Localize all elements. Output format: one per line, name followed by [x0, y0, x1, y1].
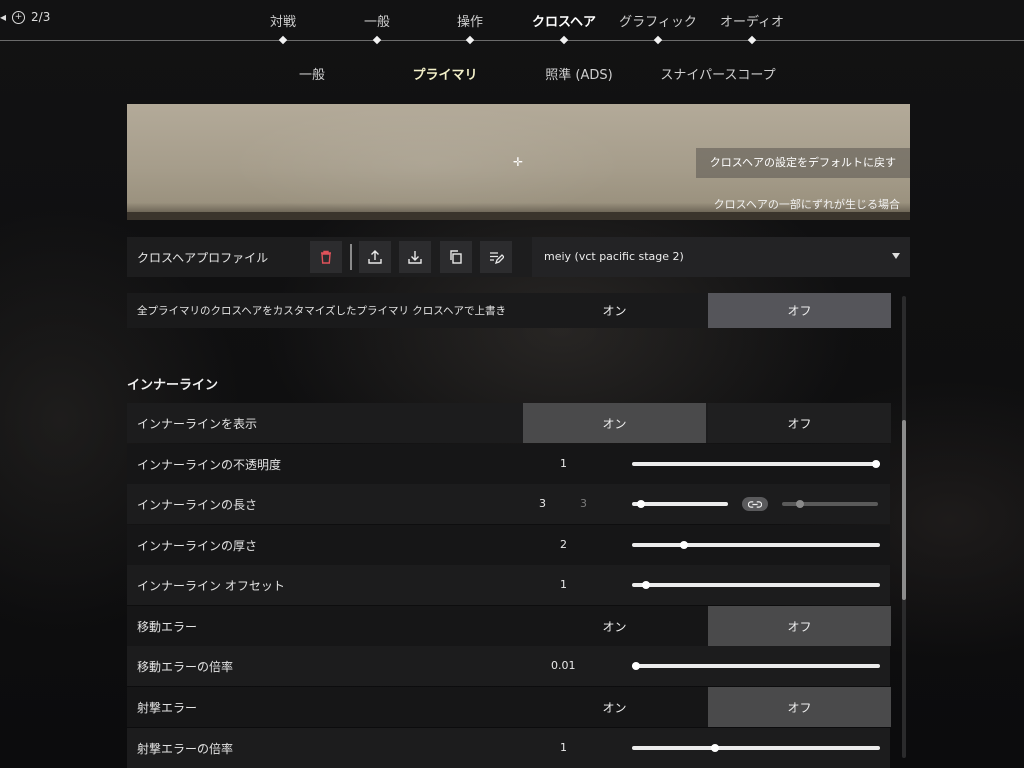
export-profile-button[interactable] — [359, 241, 391, 273]
offset-slider[interactable] — [632, 581, 880, 589]
show-inner-lines-on-toggle[interactable]: オン — [523, 403, 706, 443]
setting-label: インナーラインの長さ — [137, 498, 258, 512]
length-slider[interactable] — [632, 500, 728, 508]
slider-track — [632, 543, 880, 547]
setting-row-movement-multiplier: 移動エラーの倍率 0.01 — [127, 646, 890, 686]
settings-scrollbar[interactable] — [902, 296, 906, 758]
tab-graphics[interactable]: グラフィック — [619, 11, 697, 30]
import-profile-button[interactable] — [399, 241, 431, 273]
firing-multiplier-slider[interactable] — [632, 744, 880, 752]
setting-row-firing-multiplier: 射撃エラーの倍率 1 — [127, 728, 890, 768]
length-secondary-slider[interactable] — [782, 500, 878, 508]
setting-label: 射撃エラーの倍率 — [137, 742, 234, 756]
delete-profile-button[interactable] — [310, 241, 342, 273]
firing-multiplier-value: 1 — [560, 741, 567, 754]
profile-label: クロスヘアプロファイル — [137, 251, 269, 265]
setting-row-length: インナーラインの長さ 3 3 — [127, 484, 890, 524]
chevron-left-icon: ◂ — [0, 10, 7, 24]
tab-crosshair[interactable]: クロスヘア — [532, 11, 596, 30]
thickness-value: 2 — [560, 538, 567, 551]
setting-row-thickness: インナーラインの厚さ 2 — [127, 525, 890, 565]
movement-error-on-toggle[interactable]: オン — [523, 606, 706, 646]
tab-general[interactable]: 一般 — [364, 11, 390, 30]
rename-profile-button[interactable] — [480, 241, 512, 273]
firing-error-off-toggle[interactable]: オフ — [708, 687, 891, 727]
setting-label: 射撃エラー — [137, 701, 198, 715]
subtab-sniper-scope[interactable]: スナイパースコープ — [660, 64, 775, 83]
reset-crosshair-button[interactable]: クロスヘアの設定をデフォルトに戻す — [695, 148, 910, 178]
slider-knob[interactable] — [680, 541, 688, 549]
section-title-inner-lines: インナーライン — [127, 378, 219, 393]
movement-multiplier-value: 0.01 — [551, 659, 576, 672]
profile-select[interactable]: meiy (vct pacific stage 2) — [532, 237, 910, 277]
plus-circle-icon: + — [12, 10, 26, 24]
subtab-general[interactable]: 一般 — [299, 64, 325, 83]
slider-knob[interactable] — [637, 500, 646, 508]
crosshair-profile-row: クロスヘアプロファイル meiy (vct pacific stage 2) — [127, 237, 910, 277]
slider-track — [632, 746, 880, 750]
offset-value: 1 — [560, 578, 567, 591]
slider-track — [632, 583, 880, 587]
setting-row-show-inner-lines: インナーラインを表示 オン オフ — [127, 403, 891, 443]
copy-profile-button[interactable] — [440, 241, 472, 273]
download-icon — [408, 251, 422, 264]
slider-knob[interactable] — [632, 662, 640, 670]
setting-label: 移動エラー — [137, 620, 198, 634]
override-off-toggle[interactable]: オフ — [708, 293, 891, 328]
show-inner-lines-off-toggle[interactable]: オフ — [708, 403, 891, 443]
setting-label: インナーラインの厚さ — [137, 539, 258, 553]
slider-knob[interactable] — [796, 500, 805, 508]
tab-audio[interactable]: オーディオ — [720, 11, 784, 30]
setting-label: インナーラインの不透明度 — [137, 458, 282, 472]
edit-list-icon — [490, 252, 504, 265]
preview-floor — [127, 212, 910, 220]
crosshair-icon: ✛ — [513, 155, 524, 169]
opacity-value: 1 — [560, 457, 567, 470]
slider-track — [632, 502, 728, 506]
setting-label: インナーラインを表示 — [137, 417, 258, 431]
movement-error-off-toggle[interactable]: オフ — [708, 606, 891, 646]
override-label: 全プライマリのクロスヘアをカスタマイズしたプライマリ クロスヘアで上書き — [137, 305, 507, 317]
slider-knob[interactable] — [872, 460, 880, 468]
trash-icon — [321, 250, 331, 264]
setting-label: 移動エラーの倍率 — [137, 660, 234, 674]
tab-controls[interactable]: 操作 — [457, 11, 483, 30]
slider-knob[interactable] — [711, 744, 720, 752]
setting-label: インナーライン オフセット — [137, 579, 285, 593]
toolbar-separator — [350, 244, 352, 270]
link-lengths-button[interactable] — [742, 497, 768, 511]
setting-row-opacity: インナーラインの不透明度 1 — [127, 444, 890, 484]
override-on-toggle[interactable]: オン — [523, 293, 706, 328]
slider-track — [632, 664, 880, 668]
thickness-slider[interactable] — [632, 541, 880, 549]
override-setting-row: 全プライマリのクロスヘアをカスタマイズしたプライマリ クロスヘアで上書き オン … — [127, 293, 891, 328]
page-counter: ◂ + 2/3 — [0, 10, 50, 24]
subtab-primary[interactable]: プライマリ — [412, 64, 477, 83]
crosshair-preview: ✛ クロスヘアの設定をデフォルトに戻す クロスヘアの一部にずれが生じる場合 — [127, 104, 910, 220]
slider-track — [632, 462, 880, 466]
firing-error-on-toggle[interactable]: オン — [523, 687, 706, 727]
setting-row-offset: インナーライン オフセット 1 — [127, 565, 890, 605]
tab-combat[interactable]: 対戦 — [270, 11, 296, 30]
slider-knob[interactable] — [641, 581, 650, 589]
length-secondary-value: 3 — [580, 497, 587, 510]
preview-note: クロスヘアの一部にずれが生じる場合 — [713, 198, 900, 211]
opacity-slider[interactable] — [632, 460, 880, 468]
setting-row-firing-error: 射撃エラー オン オフ — [127, 687, 891, 727]
tab-bar-divider — [0, 40, 1024, 41]
setting-row-movement-error: 移動エラー オン オフ — [127, 606, 891, 646]
link-icon — [748, 500, 762, 508]
movement-multiplier-slider[interactable] — [632, 662, 880, 670]
page-counter-text: 2/3 — [31, 10, 51, 24]
chevron-down-icon — [892, 253, 900, 259]
profile-select-value: meiy (vct pacific stage 2) — [544, 250, 684, 263]
copy-icon — [450, 250, 462, 264]
length-value: 3 — [539, 497, 546, 510]
scrollbar-thumb[interactable] — [902, 420, 906, 600]
upload-icon — [368, 250, 382, 264]
subtab-ads[interactable]: 照準 (ADS) — [545, 64, 612, 83]
